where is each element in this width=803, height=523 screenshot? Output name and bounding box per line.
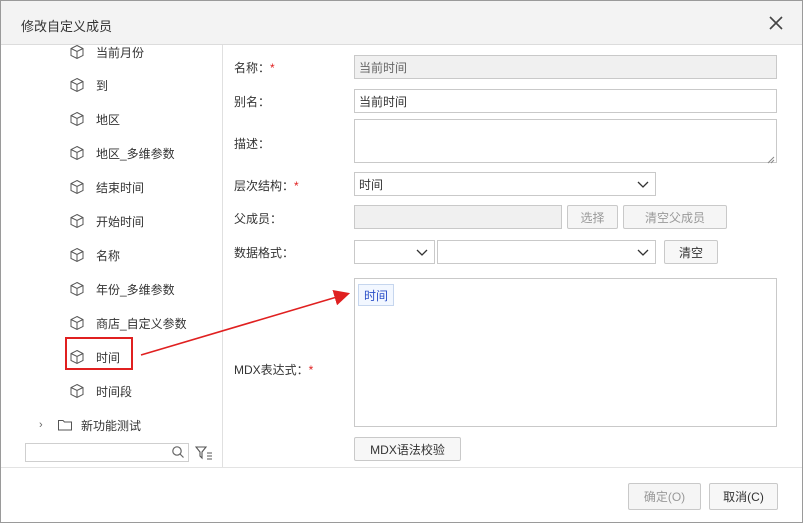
tree-item-label: 年份_多维参数 [96, 282, 175, 297]
chevron-down-icon [637, 247, 649, 257]
description-label: 描述： [234, 137, 271, 151]
folder-label: 新功能测试 [81, 418, 142, 433]
cube-icon [69, 76, 87, 94]
tree-search-input[interactable] [26, 444, 166, 461]
tree-item-label: 时间段 [96, 384, 133, 399]
tree-item-label: 地区 [96, 112, 121, 127]
cube-icon [69, 144, 87, 162]
cube-icon [69, 382, 87, 400]
cube-icon [69, 178, 87, 196]
data-format-label: 数据格式： [234, 246, 295, 260]
select-parent-button[interactable]: 选择 [567, 205, 618, 229]
tree-item-label: 地区_多维参数 [96, 146, 175, 161]
cancel-button[interactable]: 取消(C) [709, 483, 778, 510]
tree-item[interactable]: 商店_自定义参数 [69, 311, 187, 335]
tree-item-label: 当前月份 [96, 45, 145, 60]
tree-item-label: 开始时间 [96, 214, 145, 229]
description-field[interactable] [354, 119, 777, 164]
tree-item[interactable]: 时间段 [69, 379, 132, 403]
resize-handle-icon[interactable] [767, 153, 775, 164]
mdx-token-chip[interactable]: 时间 [358, 284, 395, 306]
format-type-select[interactable] [354, 240, 435, 264]
cube-icon [69, 280, 87, 298]
parent-member-field[interactable] [354, 205, 562, 229]
tree-folder-new-feature-test[interactable]: › 新功能测试 [39, 413, 141, 437]
alias-label: 别名： [234, 95, 271, 109]
dialog-titlebar: 修改自定义成员 [1, 1, 802, 45]
cube-icon [69, 246, 87, 264]
cube-icon [69, 110, 87, 128]
tree-item-label: 商店_自定义参数 [96, 316, 187, 331]
tree-item[interactable]: 年份_多维参数 [69, 277, 175, 301]
parent-member-label: 父成员： [234, 212, 283, 226]
mdx-label: MDX表达式：* [234, 363, 314, 377]
mdx-syntax-check-button[interactable]: MDX语法校验 [354, 437, 461, 461]
chevron-down-icon [416, 247, 428, 257]
highlight-annotation-box [65, 337, 133, 370]
search-icon[interactable] [171, 445, 185, 459]
name-field[interactable]: 当前时间 [354, 55, 777, 79]
tree-item-label: 到 [96, 78, 109, 93]
format-select[interactable] [437, 240, 656, 264]
ok-button[interactable]: 确定(O) [628, 483, 701, 510]
cube-icon [69, 314, 87, 332]
hierarchy-value: 时间 [359, 177, 384, 192]
alias-field[interactable]: 当前时间 [354, 89, 777, 113]
tree-item[interactable]: 当前月份 [69, 45, 144, 64]
tree-item-label: 结束时间 [96, 180, 145, 195]
folder-icon [57, 417, 73, 433]
clear-format-button[interactable]: 清空 [664, 240, 718, 264]
dialog-footer: 确定(O) 取消(C) [1, 467, 802, 522]
chevron-right-icon[interactable]: › [39, 419, 51, 431]
mdx-expression-editor[interactable]: 时间 [354, 278, 777, 427]
tree-item[interactable]: 名称 [69, 243, 120, 267]
tree-item[interactable]: 开始时间 [69, 209, 144, 233]
dialog-title: 修改自定义成员 [21, 19, 113, 34]
tree-item-label: 名称 [96, 248, 121, 263]
hierarchy-label: 层次结构：* [234, 179, 299, 193]
member-tree-panel: 当前月份到地区地区_多维参数 结束时间开始时间名称年份_多维参数 商店_自定义参数时… [1, 45, 223, 467]
cube-icon [69, 45, 87, 61]
cube-icon [69, 212, 87, 230]
tree-item[interactable]: 地区 [69, 107, 120, 131]
tree-search-box[interactable] [25, 443, 189, 462]
close-icon[interactable] [767, 14, 785, 32]
tree-item[interactable]: 结束时间 [69, 175, 144, 199]
hierarchy-select[interactable]: 时间 [354, 172, 656, 196]
edit-custom-member-dialog: 修改自定义成员 当前月份到地区地区_多维参数 结束时间开始时间名称年份_多维参数商… [0, 0, 803, 523]
name-label: 名称：* [234, 61, 275, 75]
chevron-down-icon [637, 179, 649, 189]
tree-item[interactable]: 到 [69, 73, 108, 97]
tree-item[interactable]: 地区_多维参数 [69, 141, 175, 165]
filter-icon[interactable] [194, 445, 213, 461]
clear-parent-button[interactable]: 清空父成员 [623, 205, 727, 229]
